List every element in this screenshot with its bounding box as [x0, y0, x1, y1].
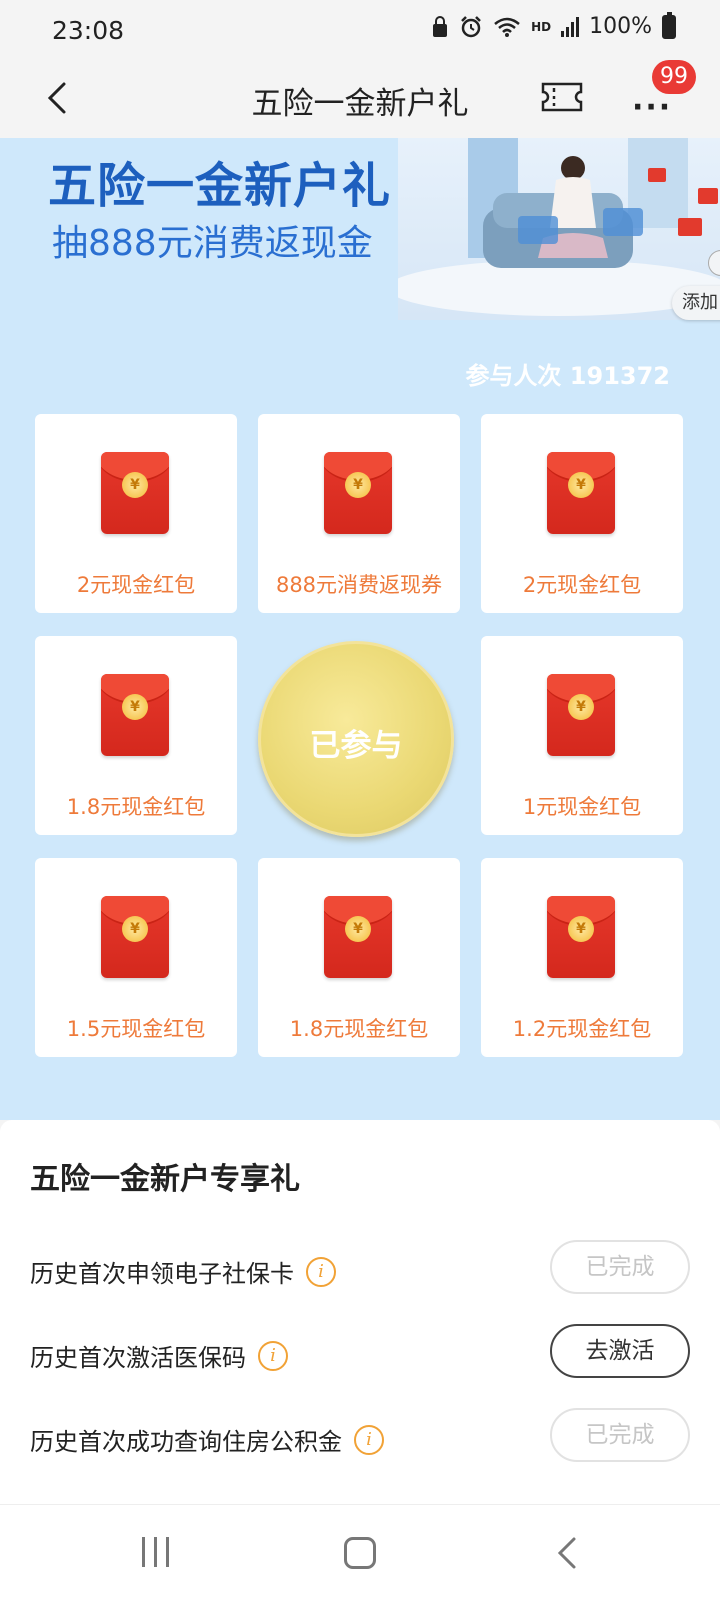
prize-card[interactable]: ¥ 2元现金红包 — [481, 414, 683, 613]
prize-card[interactable]: ¥ 1元现金红包 — [481, 636, 683, 835]
prize-label: 1.8元现金红包 — [66, 795, 206, 819]
red-envelope-icon: ¥ — [324, 452, 392, 534]
red-envelope-icon: ¥ — [324, 896, 392, 978]
prize-label: 2元现金红包 — [76, 573, 196, 597]
add-button[interactable]: 添加 — [672, 286, 720, 320]
nav-bar: 五险一金新户礼 ··· 99 — [0, 60, 720, 138]
system-nav-bar — [0, 1504, 720, 1600]
info-icon[interactable]: i — [306, 1256, 336, 1287]
battery-percent: 100% — [589, 14, 652, 39]
activate-button[interactable]: 去激活 — [550, 1324, 690, 1378]
hero-subtitle: 抽888元消费返现金 — [52, 223, 373, 264]
task-label: 历史首次激活医保码 — [30, 1344, 246, 1372]
red-envelope-icon: ¥ — [547, 896, 615, 978]
red-envelope-icon: ¥ — [101, 452, 169, 534]
prize-label: 1.2元现金红包 — [512, 1017, 652, 1041]
prize-card[interactable]: ¥ 1.8元现金红包 — [258, 858, 460, 1057]
hero-title: 五险一金新户礼 — [48, 158, 392, 214]
prize-label: 1.8元现金红包 — [289, 1017, 429, 1041]
battery-icon — [662, 11, 676, 39]
info-icon[interactable]: i — [258, 1340, 288, 1371]
alarm-icon — [461, 15, 481, 37]
lottery-section: 五险一金新户礼 抽888元消费返现金 添加 参与人次 191372 ¥ 2元现金… — [0, 138, 720, 1120]
status-icons: HD 100% — [431, 11, 676, 39]
recent-apps-button[interactable] — [142, 1537, 169, 1567]
task-section-title: 五险一金新户专享礼 — [30, 1162, 300, 1197]
prize-label: 1元现金红包 — [522, 795, 642, 819]
task-row: 历史首次成功查询住房公积金 i 已完成 — [0, 1408, 720, 1468]
task-label: 历史首次成功查询住房公积金 — [30, 1428, 342, 1456]
red-envelope-icon: ¥ — [547, 674, 615, 756]
lock-notification-icon — [433, 15, 448, 37]
prize-card[interactable]: ¥ 888元消费返现券 — [258, 414, 460, 613]
draw-button[interactable]: 已参与 — [258, 641, 454, 837]
wifi-icon — [494, 17, 520, 37]
notification-badge: 99 — [652, 60, 696, 94]
red-envelope-icon: ¥ — [101, 896, 169, 978]
draw-button-label: 已参与 — [309, 728, 403, 764]
task-section: 五险一金新户专享礼 历史首次申领电子社保卡 i 已完成 历史首次激活医保码 i … — [0, 1120, 720, 1504]
network-type-label: HD — [531, 19, 552, 34]
task-completed-button[interactable]: 已完成 — [550, 1240, 690, 1294]
prize-label: 2元现金红包 — [522, 573, 642, 597]
task-label: 历史首次申领电子社保卡 — [30, 1260, 294, 1288]
prize-card[interactable]: ¥ 1.8元现金红包 — [35, 636, 237, 835]
red-envelope-icon: ¥ — [547, 452, 615, 534]
hero-illustration — [398, 138, 720, 320]
system-back-button[interactable] — [552, 1535, 582, 1571]
signal-icon — [561, 16, 580, 37]
more-menu-button[interactable]: ··· — [632, 90, 672, 125]
status-time: 23:08 — [52, 16, 125, 45]
page-title: 五险一金新户礼 — [251, 86, 469, 122]
task-row: 历史首次申领电子社保卡 i 已完成 — [0, 1240, 720, 1300]
status-bar: 23:08 HD 100% — [0, 0, 720, 62]
task-completed-button[interactable]: 已完成 — [550, 1408, 690, 1462]
prize-card[interactable]: ¥ 1.5元现金红包 — [35, 858, 237, 1057]
prize-card[interactable]: ¥ 1.2元现金红包 — [481, 858, 683, 1057]
ticket-icon[interactable] — [540, 80, 584, 114]
prize-label: 888元消费返现券 — [275, 573, 443, 597]
task-row: 历史首次激活医保码 i 去激活 — [0, 1324, 720, 1384]
prize-label: 1.5元现金红包 — [66, 1017, 206, 1041]
prize-card[interactable]: ¥ 2元现金红包 — [35, 414, 237, 613]
home-button[interactable] — [344, 1537, 376, 1569]
info-icon[interactable]: i — [354, 1424, 384, 1455]
red-envelope-icon: ¥ — [101, 674, 169, 756]
participants-count: 参与人次 191372 — [465, 362, 670, 390]
